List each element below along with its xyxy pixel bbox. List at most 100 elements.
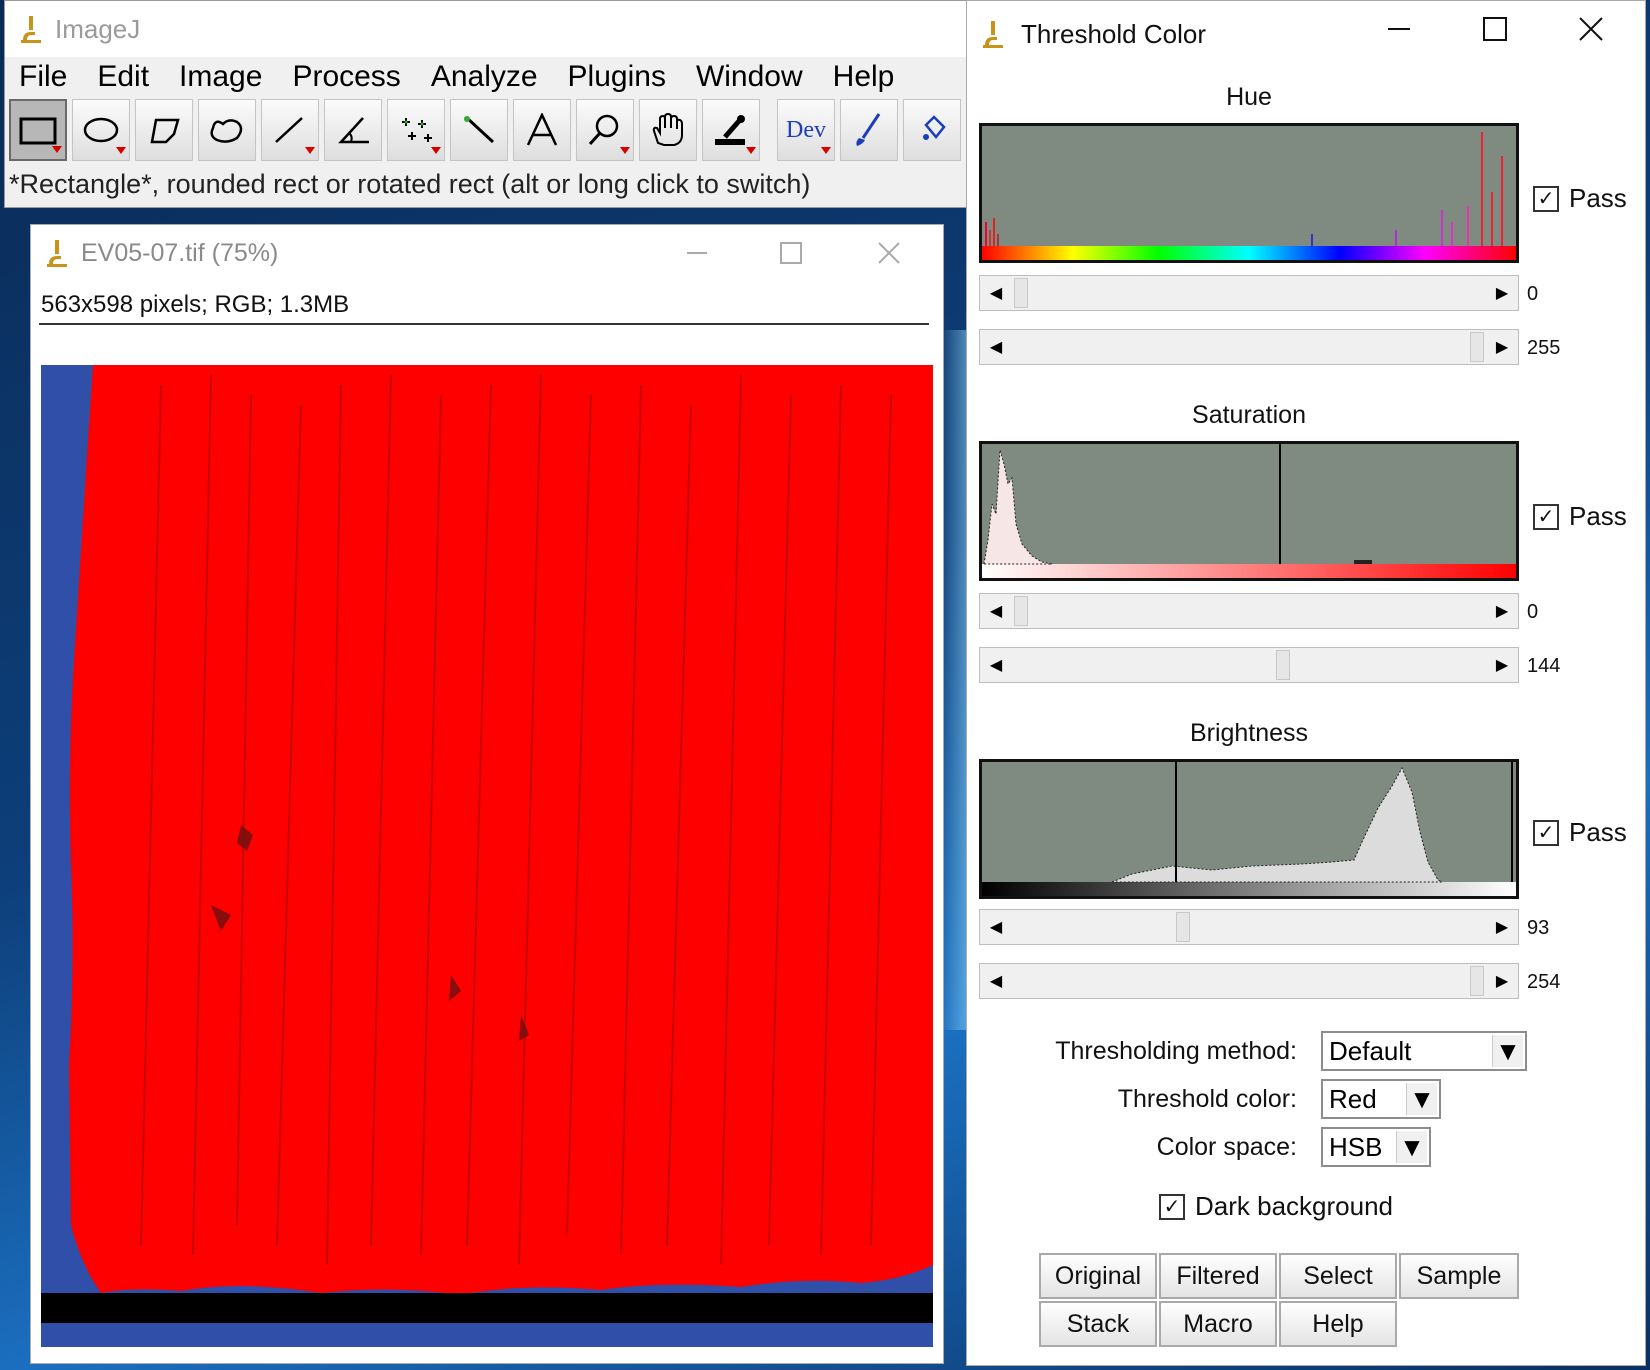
- hand-tool-button[interactable]: [639, 99, 697, 161]
- menu-analyze[interactable]: Analyze: [431, 60, 538, 94]
- right-arrow-icon[interactable]: ▶: [1486, 964, 1518, 998]
- angle-tool-button[interactable]: [324, 99, 382, 161]
- brightness-pass-checkbox[interactable]: ✓ Pass: [1533, 817, 1627, 848]
- microscope-icon: [981, 19, 1005, 49]
- polygon-tool-button[interactable]: [135, 99, 193, 161]
- magnifier-tool-button[interactable]: [576, 99, 634, 161]
- menubar: File Edit Image Process Analyze Plugins …: [5, 57, 969, 97]
- checkbox-icon: ✓: [1533, 503, 1559, 530]
- right-arrow-icon[interactable]: ▶: [1486, 648, 1518, 682]
- saturation-min-slider[interactable]: ◀ ▶: [979, 593, 1519, 629]
- maximize-icon: [780, 242, 802, 264]
- saturation-label: Saturation: [1192, 401, 1306, 429]
- oval-tool-button[interactable]: [72, 99, 130, 161]
- saturation-pass-checkbox[interactable]: ✓ Pass: [1533, 501, 1627, 532]
- color-space-label: Color space:: [1156, 1132, 1297, 1161]
- line-tool-button[interactable]: [261, 99, 319, 161]
- hue-max-slider[interactable]: ◀ ▶: [979, 329, 1519, 365]
- chevron-down-icon: ▼: [1396, 1131, 1427, 1163]
- slider-thumb[interactable]: [1470, 332, 1484, 362]
- wand-tool-button[interactable]: [450, 99, 508, 161]
- multipoint-tool-button[interactable]: [387, 99, 445, 161]
- saturation-pass-label: Pass: [1569, 501, 1627, 531]
- eyedropper-icon: [715, 115, 745, 145]
- menu-process[interactable]: Process: [292, 60, 400, 94]
- hue-min-slider[interactable]: ◀ ▶: [979, 275, 1519, 311]
- original-button[interactable]: Original: [1039, 1253, 1157, 1299]
- text-tool-button[interactable]: [513, 99, 571, 161]
- help-button[interactable]: Help: [1279, 1301, 1397, 1347]
- stack-button[interactable]: Stack: [1039, 1301, 1157, 1347]
- menu-plugins[interactable]: Plugins: [568, 60, 666, 94]
- menu-edit[interactable]: Edit: [97, 60, 149, 94]
- macro-button[interactable]: Macro: [1159, 1301, 1277, 1347]
- minimize-icon: [1388, 28, 1410, 30]
- close-button[interactable]: [1561, 1, 1621, 57]
- rectangle-tool-button[interactable]: [9, 99, 67, 161]
- close-button[interactable]: [859, 225, 919, 281]
- dark-background-checkbox[interactable]: ✓ Dark background: [1159, 1191, 1393, 1222]
- angle-icon: [338, 117, 369, 144]
- image-titlebar[interactable]: EV05-07.tif (75%): [31, 225, 943, 281]
- hue-pass-label: Pass: [1569, 183, 1627, 213]
- slider-thumb[interactable]: [1176, 912, 1190, 942]
- dev-tool-button[interactable]: Dev: [777, 99, 835, 161]
- flood-fill-icon: [923, 115, 946, 140]
- microscope-icon: [45, 238, 69, 268]
- flood-fill-tool-button[interactable]: [903, 99, 961, 161]
- image-canvas[interactable]: [41, 365, 933, 1347]
- microscope-icon: [19, 14, 43, 44]
- multipoint-icon: [402, 118, 432, 142]
- saturation-max-value: 144: [1527, 655, 1561, 677]
- image-window: EV05-07.tif (75%) 563x598 pixels; RGB; 1…: [30, 224, 944, 1364]
- hue-max-value: 255: [1527, 337, 1561, 359]
- brightness-min-slider[interactable]: ◀ ▶: [979, 909, 1519, 945]
- slider-thumb[interactable]: [1014, 596, 1028, 626]
- menu-help[interactable]: Help: [833, 60, 895, 94]
- right-arrow-icon[interactable]: ▶: [1486, 594, 1518, 628]
- right-arrow-icon[interactable]: ▶: [1486, 330, 1518, 364]
- threshold-titlebar[interactable]: Threshold Color: [967, 1, 1645, 67]
- menu-file[interactable]: File: [19, 60, 67, 94]
- hue-pass-checkbox[interactable]: ✓ Pass: [1533, 183, 1627, 214]
- threshold-color-select[interactable]: Red ▼: [1321, 1079, 1441, 1119]
- hue-label: Hue: [1226, 83, 1272, 111]
- left-arrow-icon[interactable]: ◀: [980, 910, 1012, 944]
- maximize-button[interactable]: [1465, 1, 1525, 57]
- thresholded-image: [41, 365, 933, 1347]
- select-button[interactable]: Select: [1279, 1253, 1397, 1299]
- minimize-icon: [687, 252, 707, 254]
- slider-thumb[interactable]: [1014, 278, 1028, 308]
- image-window-title: EV05-07.tif (75%): [81, 238, 279, 267]
- menu-image[interactable]: Image: [179, 60, 262, 94]
- hand-icon: [652, 113, 683, 146]
- left-arrow-icon[interactable]: ◀: [980, 594, 1012, 628]
- freehand-tool-button[interactable]: [198, 99, 256, 161]
- checkbox-icon: ✓: [1159, 1193, 1185, 1220]
- main-titlebar[interactable]: ImageJ: [5, 1, 969, 57]
- color-picker-tool-button[interactable]: [702, 99, 760, 161]
- slider-thumb[interactable]: [1470, 966, 1484, 996]
- threshold-window-title: Threshold Color: [1021, 18, 1206, 49]
- minimize-button[interactable]: [667, 225, 727, 281]
- maximize-button[interactable]: [761, 225, 821, 281]
- wand-icon: [464, 116, 495, 144]
- brightness-max-value: 254: [1527, 971, 1561, 993]
- right-arrow-icon[interactable]: ▶: [1486, 910, 1518, 944]
- saturation-max-slider[interactable]: ◀ ▶: [979, 647, 1519, 683]
- left-arrow-icon[interactable]: ◀: [980, 964, 1012, 998]
- color-space-select[interactable]: HSB ▼: [1321, 1127, 1431, 1167]
- left-arrow-icon[interactable]: ◀: [980, 276, 1012, 310]
- brush-tool-button[interactable]: [840, 99, 898, 161]
- thresholding-method-select[interactable]: Default ▼: [1321, 1031, 1527, 1071]
- menu-window[interactable]: Window: [696, 60, 803, 94]
- right-arrow-icon[interactable]: ▶: [1486, 276, 1518, 310]
- left-arrow-icon[interactable]: ◀: [980, 648, 1012, 682]
- minimize-button[interactable]: [1369, 1, 1429, 57]
- sample-button[interactable]: Sample: [1399, 1253, 1519, 1299]
- filtered-button[interactable]: Filtered: [1159, 1253, 1277, 1299]
- brightness-max-slider[interactable]: ◀ ▶: [979, 963, 1519, 999]
- freehand-icon: [210, 119, 243, 143]
- slider-thumb[interactable]: [1276, 650, 1290, 680]
- left-arrow-icon[interactable]: ◀: [980, 330, 1012, 364]
